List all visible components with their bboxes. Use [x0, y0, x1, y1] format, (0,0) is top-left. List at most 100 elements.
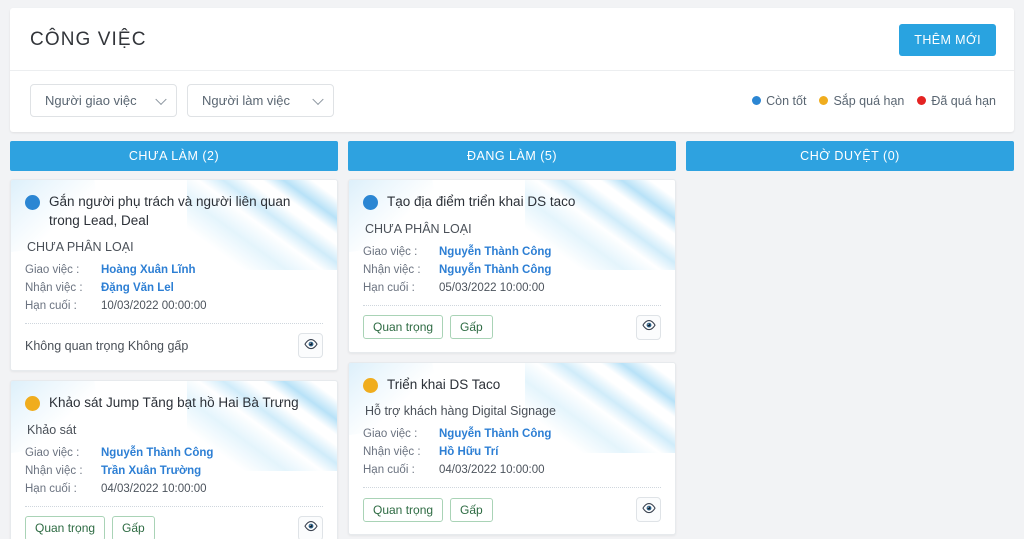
task-title-row: Tạo địa điểm triển khai DS taco [363, 193, 661, 212]
assignee-value[interactable]: Trần Xuân Trường [101, 465, 201, 477]
task-title: Tạo địa điểm triển khai DS taco [387, 194, 576, 209]
legend-item-overdue: Đã quá hạn [917, 94, 996, 108]
task-tag-button[interactable]: Quan trọng [363, 497, 444, 522]
work-board-page: CÔNG VIỆC THÊM MỚI Người giao việc Người… [0, 0, 1024, 539]
assigner-value[interactable]: Hoàng Xuân Lĩnh [101, 264, 196, 276]
task-title: Khảo sát Jump Tăng bạt hồ Hai Bà Trưng [49, 395, 299, 411]
status-dot-icon [363, 377, 378, 393]
legend-label: Còn tốt [766, 93, 807, 108]
view-task-button[interactable] [298, 333, 323, 359]
eye-icon [641, 318, 656, 336]
add-new-button[interactable]: THÊM MỚI [899, 24, 996, 56]
column-header-dang-lam[interactable]: ĐANG LÀM (5) [348, 141, 676, 171]
select-assigner-label: Người giao việc [45, 93, 137, 108]
legend-label: Sắp quá hạn [833, 93, 905, 108]
assigner-label: Giao việc : [363, 245, 418, 258]
assigner-label: Giao việc : [25, 446, 80, 459]
task-card[interactable]: Khảo sát Jump Tăng bạt hồ Hai Bà Trưng Kh… [10, 380, 338, 539]
task-tag-button[interactable]: Quan trọng [25, 516, 106, 539]
deadline-label: Hạn cuối : [25, 482, 77, 495]
assignee-value[interactable]: Nguyễn Thành Công [439, 264, 551, 276]
task-assignee-row: Nhận việc : Hồ Hữu Trí [363, 446, 661, 458]
task-deadline-row: Hạn cuối : 04/03/2022 10:00:00 [25, 483, 323, 495]
page-title: CÔNG VIỆC [30, 29, 147, 50]
card-divider [25, 505, 323, 507]
filter-selects: Người giao việc Người làm việc [30, 84, 334, 117]
assignee-label: Nhận việc : [363, 263, 421, 276]
column-cards-chua-lam: Gắn người phụ trách và người liên quan t… [10, 179, 338, 539]
task-card-footer: Quan trọng Gấp [363, 497, 661, 523]
task-tags: Quan trọng Gấp [363, 314, 493, 340]
task-priority-text: Không quan trọng Không gấp [25, 338, 189, 353]
task-title: Gắn người phụ trách và người liên quan t… [49, 194, 291, 228]
eye-icon [641, 501, 656, 519]
assignee-label: Nhận việc : [25, 282, 83, 295]
deadline-label: Hạn cuối : [363, 464, 415, 477]
legend-dot-icon [819, 96, 829, 105]
card-divider [25, 323, 323, 325]
task-deadline-row: Hạn cuối : 04/03/2022 10:00:00 [363, 464, 661, 476]
task-tag-button[interactable]: Gấp [112, 516, 155, 539]
task-tag-button[interactable]: Quan trọng [363, 314, 444, 340]
select-assignee-label: Người làm việc [202, 93, 291, 108]
task-category: CHƯA PHÂN LOẠI [27, 240, 134, 255]
task-category: Khảo sát [27, 422, 77, 437]
task-assigner-row: Giao việc : Nguyễn Thành Công [363, 428, 661, 440]
task-tag-button[interactable]: Gấp [450, 314, 493, 340]
deadline-value: 04/03/2022 10:00:00 [439, 464, 545, 477]
column-header-cho-duyet[interactable]: CHỜ DUYỆT (0) [686, 141, 1014, 171]
eye-icon [303, 337, 318, 355]
chevron-down-icon [312, 93, 324, 105]
status-dot-icon [25, 195, 40, 210]
deadline-value: 05/03/2022 10:00:00 [439, 281, 545, 294]
board-column-chua-lam: CHƯA LÀM (2) Gắn người phụ trách và người… [10, 141, 338, 539]
task-tags: Quan trọng Gấp [25, 516, 155, 539]
task-card-footer: Không quan trọng Không gấp [25, 333, 323, 359]
assigner-value[interactable]: Nguyễn Thành Công [439, 428, 551, 440]
task-deadline-row: Hạn cuối : 10/03/2022 00:00:00 [25, 300, 323, 312]
assignee-label: Nhận việc : [25, 464, 83, 477]
board-column-cho-duyet: CHỜ DUYỆT (0) [686, 141, 1014, 539]
assigner-value[interactable]: Nguyễn Thành Công [101, 447, 213, 459]
view-task-button[interactable] [636, 497, 661, 523]
chevron-down-icon [155, 93, 167, 105]
task-title: Triển khai DS Taco [387, 376, 501, 392]
board-column-dang-lam: ĐANG LÀM (5) Tạo địa điểm triển khai DS t… [348, 141, 676, 539]
column-header-chua-lam[interactable]: CHƯA LÀM (2) [10, 141, 338, 171]
deadline-label: Hạn cuối : [25, 300, 77, 313]
task-assigner-row: Giao việc : Nguyễn Thành Công [25, 447, 323, 459]
task-title-row: Gắn người phụ trách và người liên quan t… [25, 193, 323, 230]
assigner-value[interactable]: Nguyễn Thành Công [439, 246, 551, 258]
view-task-button[interactable] [636, 314, 661, 340]
eye-icon [303, 519, 318, 537]
view-task-button[interactable] [298, 515, 323, 539]
card-divider [363, 304, 661, 306]
task-card[interactable]: Tạo địa điểm triển khai DS taco CHƯA PHÂN… [348, 179, 676, 353]
task-tag-button[interactable]: Gấp [450, 497, 493, 522]
assigner-label: Giao việc : [25, 264, 80, 277]
deadline-value: 10/03/2022 00:00:00 [101, 300, 207, 313]
kanban-board: CHƯA LÀM (2) Gắn người phụ trách và người… [10, 141, 1014, 539]
task-assigner-row: Giao việc : Nguyễn Thành Công [363, 246, 661, 258]
task-card[interactable]: Triển khai DS Taco Hỗ trợ khách hàng Digi… [348, 361, 676, 536]
task-category: Hỗ trợ khách hàng Digital Signage [365, 404, 556, 419]
legend-item-due-soon: Sắp quá hạn [819, 94, 904, 108]
deadline-label: Hạn cuối : [363, 281, 415, 294]
status-dot-icon [25, 396, 40, 412]
select-assigner[interactable]: Người giao việc [30, 84, 177, 117]
task-card-footer: Quan trọng Gấp [25, 515, 323, 539]
select-assignee[interactable]: Người làm việc [187, 84, 334, 117]
header-panel: CÔNG VIỆC THÊM MỚI Người giao việc Người… [10, 8, 1014, 132]
card-divider [363, 487, 661, 489]
header-filter-row: Người giao việc Người làm việc Còn tốt S… [10, 71, 1014, 132]
task-assignee-row: Nhận việc : Trần Xuân Trường [25, 465, 323, 477]
task-card-footer: Quan trọng Gấp [363, 314, 661, 340]
task-card[interactable]: Gắn người phụ trách và người liên quan t… [10, 179, 338, 372]
task-title-row: Triển khai DS Taco [363, 376, 661, 395]
legend-label: Đã quá hạn [931, 93, 996, 108]
assigner-label: Giao việc : [363, 428, 418, 441]
assignee-value[interactable]: Hồ Hữu Trí [439, 446, 498, 458]
legend-item-on-time: Còn tốt [752, 94, 806, 108]
column-cards-dang-lam: Tạo địa điểm triển khai DS taco CHƯA PHÂN… [348, 179, 676, 536]
assignee-value[interactable]: Đặng Văn Lel [101, 282, 174, 294]
